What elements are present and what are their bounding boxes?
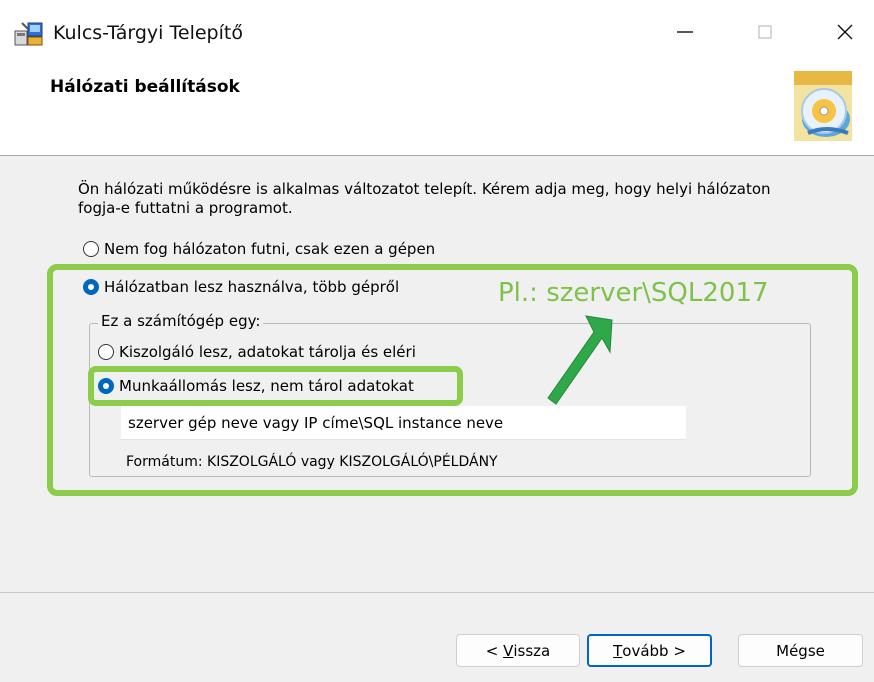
- wizard-footer: < Vissza Tovább > Mégse: [0, 593, 874, 682]
- close-icon: [837, 24, 853, 40]
- next-button-hotkey: T: [613, 641, 623, 660]
- radio-unchecked-icon: [98, 344, 114, 360]
- radio-unchecked-icon: [83, 241, 99, 257]
- radio-workstation-label: Munkaállomás lesz, nem tárol adatokat: [119, 377, 414, 395]
- group-legend: Ez a számítógép egy:: [98, 312, 264, 330]
- installer-icon: [14, 22, 43, 46]
- radio-workstation[interactable]: Munkaállomás lesz, nem tárol adatokat: [98, 377, 414, 395]
- radio-checked-icon: [98, 378, 114, 394]
- window-title: Kulcs-Tárgyi Telepítő: [53, 22, 243, 44]
- format-hint: Formátum: KISZOLGÁLÓ vagy KISZOLGÁLÓ\PÉL…: [126, 454, 498, 470]
- back-button-rest: issza: [513, 641, 551, 660]
- radio-checked-icon: [83, 279, 99, 295]
- minimize-button[interactable]: [655, 12, 715, 52]
- next-button-rest: ovább >: [622, 641, 686, 660]
- maximize-button[interactable]: [735, 12, 795, 52]
- radio-server-label: Kiszolgáló lesz, adatokat tárolja és elé…: [119, 343, 416, 361]
- description-text: Ön hálózati működésre is alkalmas változ…: [78, 180, 771, 217]
- radio-local-only[interactable]: Nem fog hálózaton futni, csak ezen a gép…: [83, 240, 435, 258]
- cd-logo-icon: [794, 71, 852, 141]
- back-button-hotkey: V: [503, 641, 514, 660]
- maximize-icon: [758, 25, 772, 39]
- title-bar: Kulcs-Tárgyi Telepítő: [0, 0, 874, 62]
- minimize-icon: [677, 31, 693, 33]
- page-title: Hálózati beállítások: [50, 77, 240, 97]
- cancel-button[interactable]: Mégse: [738, 634, 863, 667]
- back-button[interactable]: < Vissza: [456, 634, 580, 667]
- radio-network[interactable]: Hálózatban lesz használva, több gépről: [83, 278, 399, 296]
- wizard-content: Ön hálózati működésre is alkalmas változ…: [0, 156, 874, 592]
- radio-network-label: Hálózatban lesz használva, több gépről: [104, 278, 400, 296]
- radio-server[interactable]: Kiszolgáló lesz, adatokat tárolja és elé…: [98, 343, 416, 361]
- arrow-annotation-icon: [547, 315, 613, 405]
- back-button-prefix: <: [485, 641, 504, 660]
- wizard-header: Hálózati beállítások: [0, 62, 874, 156]
- close-button[interactable]: [815, 12, 874, 52]
- next-button[interactable]: Tovább >: [587, 634, 712, 667]
- radio-local-only-label: Nem fog hálózaton futni, csak ezen a gép…: [104, 240, 436, 258]
- annotation-example: Pl.: szerver\SQL2017: [498, 278, 769, 308]
